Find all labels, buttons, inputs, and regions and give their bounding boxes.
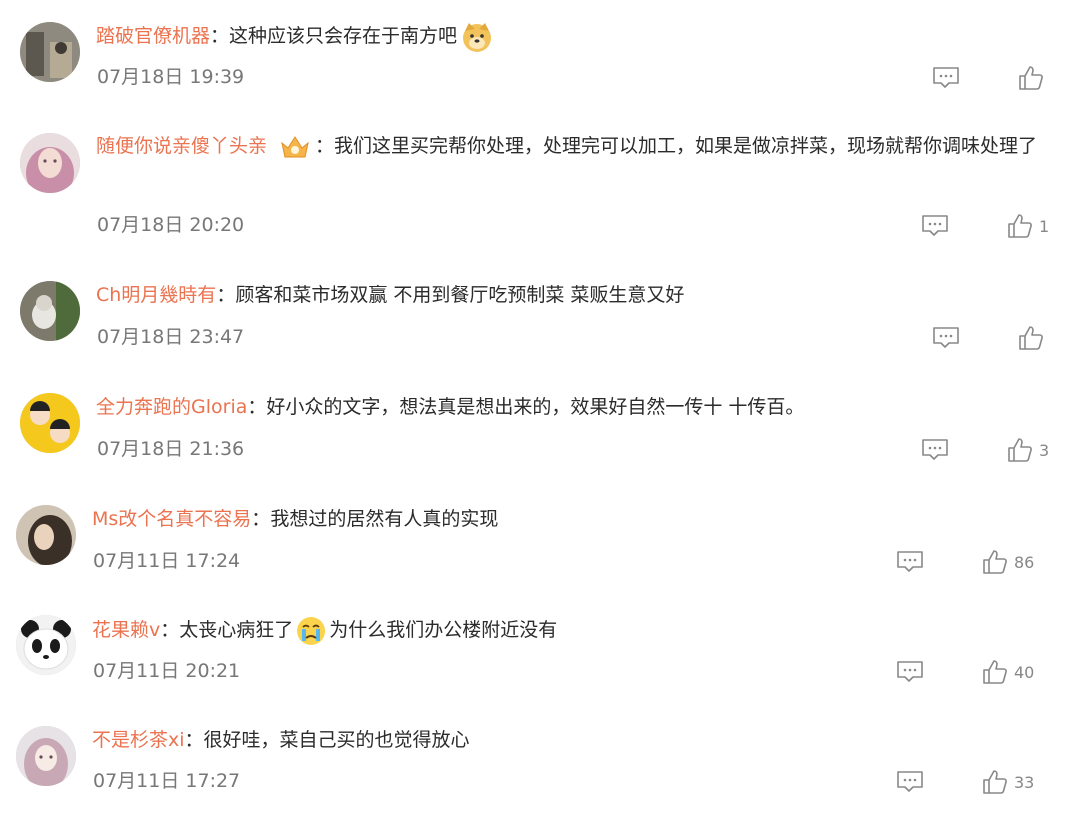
reply-button[interactable]: [896, 660, 924, 684]
comment-text: 顾客和菜市场双赢 不用到餐厅吃预制菜 菜贩生意又好: [235, 284, 685, 306]
avatar[interactable]: [16, 505, 76, 565]
avatar[interactable]: [16, 726, 76, 786]
like-button[interactable]: 33: [982, 769, 1034, 795]
avatar[interactable]: [20, 393, 80, 453]
colon: ：: [216, 284, 236, 306]
thumbs-up-icon: [982, 549, 1008, 575]
thumbs-up-icon: [1018, 65, 1044, 91]
timestamp: 07月18日 19:39: [97, 66, 245, 88]
avatar[interactable]: [20, 22, 80, 82]
comment-line: Ch明月幾時有：顾客和菜市场双赢 不用到餐厅吃预制菜 菜贩生意又好: [96, 277, 684, 314]
like-button[interactable]: [1018, 65, 1050, 91]
like-count: 1: [1039, 216, 1050, 236]
comment-line: 随便你说亲傻丫头亲 ：我们这里买完帮你处理，处理完可以加工，如果是做凉拌菜，现场就…: [96, 128, 1046, 165]
thumbs-up-icon: [982, 769, 1008, 795]
username[interactable]: 全力奔跑的Gloria: [96, 396, 247, 418]
timestamp: 07月11日 17:24: [93, 550, 241, 572]
comment-text: 我想过的居然有人真的实现: [270, 508, 499, 530]
comment-text: 很好哇，菜自己买的也觉得放心: [203, 729, 470, 751]
thumbs-up-icon: [982, 659, 1008, 685]
username[interactable]: Ms改个名真不容易: [92, 508, 251, 530]
avatar[interactable]: [20, 133, 80, 193]
reply-button[interactable]: [896, 550, 924, 574]
comment-text: 太丧心病狂了: [179, 619, 294, 641]
like-button[interactable]: 86: [982, 549, 1034, 575]
colon: ：: [251, 508, 271, 530]
thumbs-up-icon: [1007, 437, 1033, 463]
like-button[interactable]: [1018, 325, 1050, 351]
comment-text: 我们这里买完帮你处理，处理完可以加工，如果是做凉拌菜，现场就帮你调味处理了: [334, 135, 1038, 157]
comment-text: 这种应该只会存在于南方吧: [229, 25, 458, 47]
comment-text-continued: 为什么我们办公楼附近没有: [329, 619, 558, 641]
username[interactable]: 踏破官僚机器: [96, 25, 210, 47]
reply-button[interactable]: [921, 438, 949, 462]
colon: ：: [184, 729, 204, 751]
timestamp: 07月11日 17:27: [93, 770, 241, 792]
username[interactable]: 花果赖v: [92, 619, 160, 641]
comment-line: 全力奔跑的Gloria：好小众的文字，想法真是想出来的，效果好自然一传十 十传百…: [96, 389, 804, 426]
reply-button[interactable]: [932, 66, 960, 90]
reply-button[interactable]: [921, 214, 949, 238]
like-button[interactable]: 40: [982, 659, 1034, 685]
colon: ：: [160, 619, 180, 641]
like-button[interactable]: 1: [1007, 213, 1049, 239]
crying-face-icon: [295, 615, 327, 647]
comment-icon: [921, 438, 949, 462]
comment-line: 花果赖v：太丧心病狂了 为什么我们办公楼附近没有: [92, 612, 557, 649]
like-count: 3: [1039, 440, 1050, 460]
comment-icon: [896, 770, 924, 794]
like-count: 40: [1014, 662, 1035, 682]
colon: ：: [315, 135, 335, 157]
colon: ：: [210, 25, 230, 47]
reply-button[interactable]: [896, 770, 924, 794]
crown-badge-icon: [279, 133, 311, 161]
timestamp: 07月18日 21:36: [97, 438, 245, 460]
comment-icon: [896, 550, 924, 574]
like-count: 33: [1014, 772, 1035, 792]
avatar[interactable]: [20, 281, 80, 341]
thumbs-up-icon: [1007, 213, 1033, 239]
username[interactable]: 随便你说亲傻丫头亲: [96, 135, 267, 157]
thumbs-up-icon: [1018, 325, 1044, 351]
avatar[interactable]: [16, 615, 76, 675]
comment-text: 好小众的文字，想法真是想出来的，效果好自然一传十 十传百。: [266, 396, 805, 418]
timestamp: 07月11日 20:21: [93, 660, 241, 682]
doge-emoji-icon: [461, 21, 493, 53]
username[interactable]: Ch明月幾時有: [96, 284, 216, 306]
colon: ：: [247, 396, 267, 418]
comment-icon: [921, 214, 949, 238]
timestamp: 07月18日 23:47: [97, 326, 245, 348]
comment-icon: [932, 66, 960, 90]
timestamp: 07月18日 20:20: [97, 214, 245, 236]
comment-line: Ms改个名真不容易：我想过的居然有人真的实现: [92, 501, 498, 538]
comment-icon: [932, 326, 960, 350]
like-count: 86: [1014, 552, 1035, 572]
comment-icon: [896, 660, 924, 684]
like-button[interactable]: 3: [1007, 437, 1049, 463]
comment-line: 踏破官僚机器：这种应该只会存在于南方吧: [96, 18, 493, 55]
reply-button[interactable]: [932, 326, 960, 350]
username[interactable]: 不是杉茶xi: [92, 729, 185, 751]
comment-line: 不是杉茶xi：很好哇，菜自己买的也觉得放心: [92, 722, 470, 759]
